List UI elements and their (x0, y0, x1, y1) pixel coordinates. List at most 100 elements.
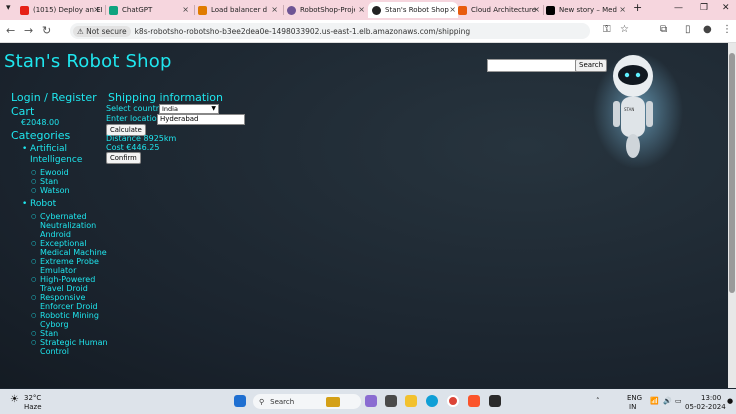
weather-haze-icon[interactable]: ☀ (10, 394, 19, 405)
category-artificial-intelligence[interactable]: Artificial Intelligence (20, 144, 110, 166)
search-highlight-icon (326, 396, 341, 407)
close-icon[interactable]: × (449, 5, 456, 14)
show-hidden-icons-icon[interactable]: ˄ (596, 397, 600, 405)
tab-deploy-eks[interactable]: (1015) Deploy an EKS Cluster × (20, 2, 102, 18)
close-icon[interactable]: × (182, 5, 189, 14)
country-label: Select country (106, 104, 164, 113)
password-key-icon[interactable]: ⚿ (603, 24, 611, 35)
search-input[interactable] (487, 59, 578, 72)
product-link[interactable]: Ewooid (20, 168, 110, 177)
tab-cloud-architecture[interactable]: Cloud Architecture × (458, 2, 542, 18)
tab-label: Load balancer details (211, 6, 267, 14)
category-tree: Artificial Intelligence Ewooid Stan Wats… (20, 144, 110, 356)
close-icon[interactable]: × (533, 5, 540, 14)
tab-label: Cloud Architecture (471, 6, 537, 14)
taskbar-search[interactable]: ⚲ Search (253, 394, 361, 409)
product-link[interactable]: Robotic Mining Cyborg (20, 311, 110, 329)
cart-link[interactable]: Cart (11, 105, 34, 118)
location-input[interactable]: Hyderabad (157, 114, 245, 125)
reload-icon[interactable]: ↻ (42, 24, 51, 37)
product-link[interactable]: High-Powered Travel Droid (20, 275, 110, 293)
clock-time[interactable]: 13:00 (701, 394, 721, 402)
close-window-icon[interactable]: ✕ (722, 3, 730, 13)
windows-taskbar: ☀ 32°C Haze ⚲ Search ˄ ENG IN 📶 🔊 ▭ 13:0… (0, 389, 736, 414)
product-link[interactable]: Strategic Human Control (20, 338, 110, 356)
tab-search-icon[interactable]: ▾ (6, 3, 11, 13)
bookmark-star-icon[interactable]: ☆ (620, 24, 629, 35)
not-secure-label: Not secure (86, 26, 127, 36)
close-icon[interactable]: × (271, 5, 278, 14)
minimize-icon[interactable]: — (674, 3, 683, 13)
sidebar-icon[interactable]: ▯ (685, 24, 691, 35)
notification-icon[interactable]: ● (727, 397, 733, 405)
confirm-button[interactable]: Confirm (106, 152, 141, 164)
browser-toolbar: ← → ↻ ⚠ Not secure k8s-robotsho-robotsho… (0, 20, 736, 43)
back-icon[interactable]: ← (6, 24, 15, 37)
new-tab-icon[interactable]: + (633, 1, 642, 14)
language-bottom[interactable]: IN (629, 403, 636, 411)
tab-chatgpt[interactable]: ChatGPT × (109, 2, 191, 18)
product-link[interactable]: Stan (20, 177, 110, 186)
site-title[interactable]: Stan's Robot Shop (4, 51, 172, 72)
product-link[interactable]: Extreme Probe Emulator (20, 257, 110, 275)
chrome-icon[interactable] (447, 395, 459, 407)
product-link[interactable]: Responsive Enforcer Droid (20, 293, 110, 311)
page-content: Stan's Robot Shop Search Login / Registe… (0, 43, 728, 388)
category-robot[interactable]: Robot (20, 199, 110, 210)
robot-mascot-image: STAN (593, 53, 683, 169)
wifi-icon[interactable]: 📶 (650, 397, 659, 405)
login-register-link[interactable]: Login / Register (11, 91, 97, 104)
profile-avatar-icon[interactable]: ● (703, 24, 712, 35)
file-explorer-icon[interactable] (405, 395, 417, 407)
distance-text: Distance 8925km (106, 134, 177, 143)
close-icon[interactable]: × (619, 5, 626, 14)
close-icon[interactable]: × (358, 5, 365, 14)
tab-load-balancer[interactable]: Load balancer details × (198, 2, 280, 18)
battery-icon[interactable]: ▭ (675, 397, 682, 405)
chevron-down-icon: ▼ (211, 105, 216, 112)
menu-icon[interactable]: ⋮ (722, 24, 732, 35)
tab-label: New story – Medium (559, 6, 617, 14)
location-label: Enter location (106, 114, 162, 123)
tab-label: Stan's Robot Shop (385, 6, 449, 14)
task-view-icon[interactable] (385, 395, 397, 407)
svg-text:STAN: STAN (624, 107, 634, 112)
address-bar[interactable]: ⚠ Not secure k8s-robotsho-robotsho-b3ee2… (70, 23, 590, 39)
volume-icon[interactable]: 🔊 (663, 397, 672, 405)
tab-medium[interactable]: New story – Medium × (546, 2, 628, 18)
scrollbar-thumb[interactable] (729, 53, 735, 293)
shipping-title: Shipping information (108, 91, 223, 104)
close-icon[interactable]: × (93, 5, 100, 14)
product-link[interactable]: Cybernated Neutralization Android (20, 212, 110, 239)
product-link[interactable]: Stan (20, 329, 110, 338)
tab-label: ChatGPT (122, 6, 153, 14)
medium-icon (546, 5, 555, 15)
aws-icon (198, 5, 207, 15)
github-icon (287, 5, 296, 15)
windows-start-icon[interactable] (234, 395, 246, 407)
url-text: k8s-robotsho-robotsho-b3ee2dea0e-1498033… (134, 26, 471, 36)
tab-robotshop-project[interactable]: RobotShop-Project × (287, 2, 367, 18)
maximize-icon[interactable]: ❐ (700, 3, 708, 13)
product-link[interactable]: Exceptional Medical Machine (20, 239, 110, 257)
tab-divider (194, 5, 195, 15)
tab-divider (283, 5, 284, 15)
not-secure-badge[interactable]: ⚠ Not secure (73, 25, 131, 37)
tab-label: (1015) Deploy an EKS Cluster (33, 6, 102, 14)
tab-stans-robot-shop[interactable]: Stan's Robot Shop × (368, 2, 458, 18)
tab-divider (105, 5, 106, 15)
copilot-icon[interactable] (365, 395, 377, 407)
edge-icon[interactable] (426, 395, 438, 407)
clock-date[interactable]: 05-02-2024 (685, 403, 726, 411)
forward-icon[interactable]: → (24, 24, 33, 37)
extensions-icon[interactable]: ⧉ (660, 24, 667, 35)
weather-condition: Haze (24, 403, 42, 411)
brave-icon[interactable] (468, 395, 480, 407)
product-link[interactable]: Watson (20, 186, 110, 195)
categories-heading: Categories (11, 129, 71, 142)
page-scrollbar[interactable] (728, 43, 736, 388)
country-select[interactable]: India ▼ (159, 104, 219, 114)
terminal-icon[interactable] (489, 395, 501, 407)
chatgpt-icon (109, 5, 118, 15)
language-top[interactable]: ENG (627, 394, 642, 402)
